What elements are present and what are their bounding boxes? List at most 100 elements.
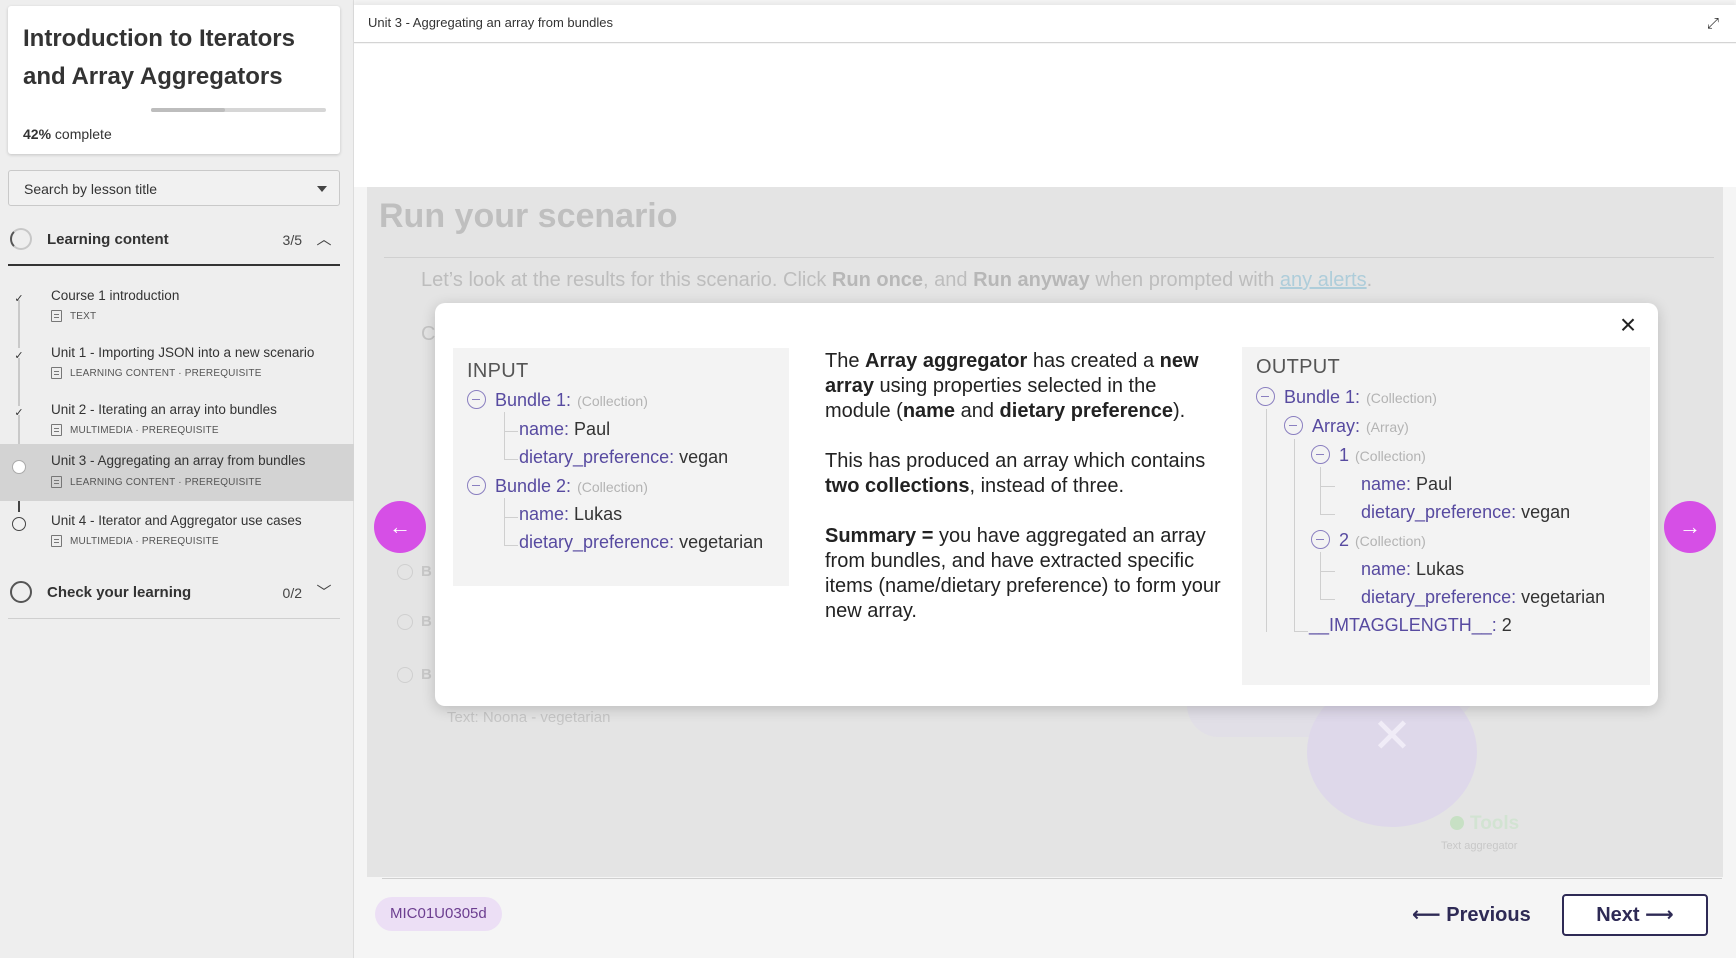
- course-title: Introduction to Iterators and Array Aggr…: [23, 25, 295, 90]
- tree-key: Bundle 1:: [495, 390, 572, 410]
- noona-text: Text: Noona - vegetarian: [447, 709, 611, 726]
- lesson-meta: MULTIMEDIA · PREREQUISITE: [51, 424, 219, 436]
- collapse-icon[interactable]: [467, 476, 486, 495]
- progress-bar-fill: [151, 108, 225, 112]
- progress-suffix: complete: [54, 126, 112, 142]
- tree-node-item-1[interactable]: 1 (Collection): [1311, 445, 1426, 466]
- minus-circle-icon: [397, 614, 413, 631]
- close-icon[interactable]: ×: [1614, 311, 1642, 339]
- section-divider: [8, 618, 340, 619]
- lesson-item[interactable]: ✓ Unit 2 - Iterating an array into bundl…: [0, 392, 354, 449]
- alerts-link[interactable]: any alerts: [1280, 269, 1367, 291]
- tree-key: name:: [519, 419, 570, 439]
- lesson-code-badge: MIC01U0305d: [375, 897, 502, 931]
- lesson-title: Course 1 introduction: [51, 288, 180, 303]
- previous-label: Previous: [1446, 904, 1531, 926]
- tree-key: dietary_preference:: [1361, 502, 1517, 522]
- text-run: The: [825, 350, 866, 372]
- slide-next-button[interactable]: →: [1664, 501, 1716, 553]
- slide-intro: Let’s look at the results for this scena…: [421, 269, 1372, 292]
- tree-type: (Collection): [577, 479, 648, 495]
- intro-text: Let’s look at the results for this scena…: [421, 269, 832, 291]
- lesson-title: Unit 1 - Importing JSON into a new scena…: [51, 345, 315, 360]
- document-icon: [51, 424, 62, 436]
- tree-key: name:: [1361, 474, 1412, 494]
- collapse-icon[interactable]: [467, 390, 486, 409]
- tree-node-item-2[interactable]: 2 (Collection): [1311, 530, 1426, 551]
- text-run-bold: Array aggregator: [865, 350, 1028, 372]
- collapse-icon[interactable]: [1311, 530, 1330, 549]
- bundle-row-fragment: B: [397, 613, 432, 631]
- expand-icon[interactable]: ⤢: [1704, 15, 1722, 33]
- tree-node-bundle-1[interactable]: Bundle 1: (Collection): [467, 390, 648, 411]
- intro-text: .: [1366, 269, 1373, 291]
- explanation-paragraph: Summary = you have aggregated an array f…: [825, 524, 1225, 624]
- lesson-title: Unit 4 - Iterator and Aggregator use cas…: [51, 513, 302, 528]
- check-icon: ✓: [14, 293, 24, 305]
- previous-button[interactable]: ⟵ Previous: [1412, 902, 1531, 927]
- progress-bar: [151, 108, 326, 112]
- text-run-bold: Summary =: [825, 525, 934, 547]
- tree-node-bundle-2[interactable]: Bundle 2: (Collection): [467, 476, 648, 497]
- section-check-your-learning[interactable]: Check your learning 0/2 ﹀: [8, 571, 340, 615]
- slide-text-fragment: C: [421, 323, 436, 345]
- course-sidebar: Introduction to Iterators and Array Aggr…: [0, 0, 354, 958]
- course-card: Introduction to Iterators and Array Aggr…: [8, 6, 340, 154]
- tree-key: Array:: [1312, 416, 1361, 436]
- next-button[interactable]: Next ⟶: [1562, 894, 1708, 936]
- output-title: OUTPUT: [1256, 356, 1341, 378]
- tree-connector: [504, 432, 518, 460]
- tree-leaf: name: Paul: [1361, 474, 1452, 495]
- collapse-icon[interactable]: [1284, 416, 1303, 435]
- lesson-search-dropdown[interactable]: Search by lesson title: [8, 170, 340, 206]
- tree-node-array[interactable]: Array: (Array): [1284, 416, 1409, 437]
- lesson-meta: LEARNING CONTENT · PREREQUISITE: [51, 367, 262, 379]
- text-run-bold: name: [902, 400, 956, 422]
- section-count: 0/2: [282, 585, 302, 601]
- tree-key: Bundle 1:: [1284, 387, 1361, 407]
- slide-prev-button[interactable]: ←: [374, 501, 426, 553]
- tree-connector: [504, 518, 518, 546]
- explanation-modal: × INPUT Bundle 1: (Collection) name: Paul…: [435, 303, 1658, 706]
- tree-key: dietary_preference:: [519, 532, 675, 552]
- collapse-icon[interactable]: [1256, 387, 1275, 406]
- tree-leaf: dietary_preference: vegetarian: [519, 532, 763, 553]
- collapse-icon[interactable]: [1311, 445, 1330, 464]
- tree-leaf: __IMTAGGLENGTH__: 2: [1309, 615, 1512, 636]
- tree-leaf: name: Lukas: [1361, 559, 1464, 580]
- progress-ring-icon: [10, 228, 32, 250]
- document-icon: [51, 310, 62, 322]
- slide-divider: [384, 257, 1714, 258]
- section-label: Learning content: [47, 231, 169, 248]
- lesson-meta-text: LEARNING CONTENT · PREREQUISITE: [70, 367, 262, 379]
- check-icon: ✓: [14, 407, 24, 419]
- section-learning-content[interactable]: Learning content 3/5 ︿: [8, 218, 340, 262]
- minus-circle-icon: [397, 667, 413, 684]
- tree-value: Lukas: [574, 504, 623, 524]
- lesson-item[interactable]: Unit 4 - Iterator and Aggregator use cas…: [0, 503, 354, 560]
- tree-node-bundle-1[interactable]: Bundle 1: (Collection): [1256, 387, 1437, 408]
- tree-connector: [1294, 597, 1308, 632]
- tree-value: 2: [1501, 615, 1512, 635]
- progress-percent: 42%: [23, 126, 52, 142]
- text-run: , instead of three.: [969, 475, 1125, 497]
- lesson-item-current[interactable]: Unit 3 - Aggregating an array from bundl…: [0, 444, 354, 501]
- content-top-area: [354, 44, 1736, 187]
- document-icon: [51, 535, 62, 547]
- status-dot-icon: [1450, 816, 1464, 830]
- lesson-item[interactable]: ✓ Unit 1 - Importing JSON into a new sce…: [0, 335, 354, 392]
- bundle-letter: B: [421, 563, 432, 580]
- section-count: 3/5: [282, 232, 302, 248]
- lesson-meta: MULTIMEDIA · PREREQUISITE: [51, 535, 219, 547]
- tree-type: (Collection): [1355, 448, 1426, 464]
- lesson-item[interactable]: ✓ Course 1 introduction TEXT: [0, 278, 354, 335]
- tree-key: name:: [519, 504, 570, 524]
- tree-value: Paul: [574, 419, 611, 439]
- slide-title: Run your scenario: [379, 197, 678, 235]
- chevron-down-icon: ﹀: [316, 584, 332, 601]
- tree-key: Bundle 2:: [495, 476, 572, 496]
- footer-divider: [382, 878, 1722, 879]
- unit-header: Unit 3 - Aggregating an array from bundl…: [354, 5, 1736, 43]
- explanation-paragraph: This has produced an array which contain…: [825, 449, 1225, 499]
- input-title: INPUT: [467, 360, 529, 382]
